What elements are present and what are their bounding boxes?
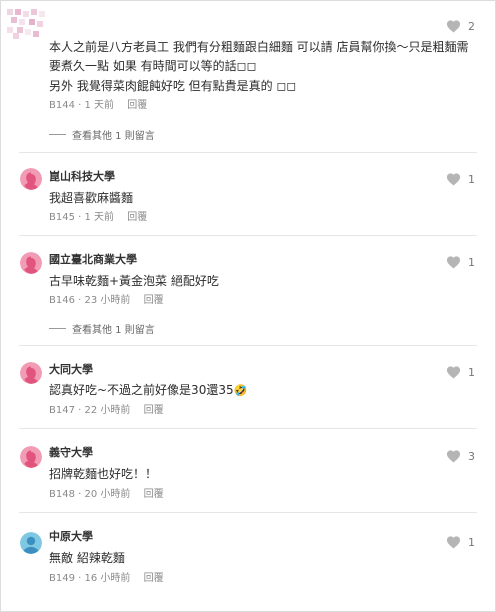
comment-meta: B145 · 1 天前 回覆 — [49, 211, 147, 225]
male-avatar-icon — [20, 532, 42, 554]
comment-text-line: 古早味乾麵+黃金泡菜 絕配好吃 — [49, 274, 219, 288]
comment-meta: B149 · 16 小時前 回覆 — [49, 572, 164, 586]
comment-text-line: 另外 我覺得菜肉餛飩好吃 但有點貴是真的 ◻◻ — [49, 79, 297, 93]
timestamp: 1 天前 — [84, 212, 115, 223]
like-button[interactable]: 2 — [446, 18, 475, 34]
like-count: 1 — [468, 255, 475, 269]
comment-meta: B144 · 1 天前 回覆 — [49, 99, 147, 113]
female-avatar-icon — [20, 362, 42, 384]
floor-number: B148 — [49, 489, 75, 500]
floor-number: B149 — [49, 573, 75, 584]
rofl-emoji-icon: 🤣 — [233, 384, 248, 397]
floor-number: B144 — [49, 100, 75, 111]
view-more-replies-label: 查看其他 1 則留言 — [72, 131, 155, 142]
heart-icon — [446, 20, 461, 33]
separator: · — [78, 295, 82, 306]
divider — [19, 512, 477, 513]
like-count: 1 — [468, 172, 475, 186]
like-count: 1 — [468, 535, 475, 549]
heart-icon — [446, 366, 461, 379]
like-button[interactable]: 1 — [446, 171, 475, 187]
like-button[interactable]: 1 — [446, 364, 475, 380]
like-count: 1 — [468, 365, 475, 379]
like-button[interactable]: 1 — [446, 254, 475, 270]
female-avatar-icon — [20, 446, 42, 468]
author-school[interactable]: 崑山科技大學 — [49, 170, 115, 184]
like-button[interactable]: 1 — [446, 534, 475, 550]
thread-line — [49, 134, 66, 135]
divider — [19, 345, 477, 346]
like-button[interactable]: 3 — [446, 448, 475, 464]
comment-meta: B148 · 20 小時前 回覆 — [49, 488, 164, 502]
timestamp: 23 小時前 — [84, 295, 131, 306]
comment-text-line: 我超喜歡麻醬麵 — [49, 191, 134, 205]
thread-line — [49, 328, 66, 329]
female-avatar-icon — [20, 252, 42, 274]
divider — [19, 152, 477, 153]
pixelated-avatar — [7, 9, 45, 39]
comment-text: 認真好吃~不過之前好像是30還35 — [49, 383, 234, 397]
comment-text-line: 無敵 紹辣乾麵 — [49, 551, 125, 565]
separator: · — [78, 405, 82, 416]
timestamp: 16 小時前 — [84, 573, 131, 584]
floor-number: B145 — [49, 212, 75, 223]
author-school[interactable]: 國立臺北商業大學 — [49, 253, 137, 267]
timestamp: 22 小時前 — [84, 405, 131, 416]
reply-button[interactable]: 回覆 — [144, 404, 164, 418]
reply-button[interactable]: 回覆 — [127, 99, 147, 113]
comment-text-line: 要煮久一點 如果 有時間可以等的話◻◻ — [49, 59, 257, 73]
separator: · — [78, 212, 82, 223]
comment-meta: B146 · 23 小時前 回覆 — [49, 294, 164, 308]
separator: · — [78, 489, 82, 500]
reply-button[interactable]: 回覆 — [144, 294, 164, 308]
separator: · — [78, 573, 82, 584]
view-more-replies-link[interactable]: 查看其他 1 則留言 — [49, 127, 155, 142]
comment-text-line: 招牌乾麵也好吃！！ — [49, 467, 158, 481]
comment-text-line: 認真好吃~不過之前好像是30還35🤣 — [49, 382, 247, 399]
reply-button[interactable]: 回覆 — [127, 211, 147, 225]
divider — [19, 428, 477, 429]
author-school[interactable]: 大同大學 — [49, 363, 93, 377]
comment-list: 本人之前是八方老員工 我們有分粗麵跟白細麵 可以請 店員幫你換～只是粗麵需 要煮… — [0, 0, 496, 612]
separator: · — [78, 100, 82, 111]
heart-icon — [446, 450, 461, 463]
heart-icon — [446, 536, 461, 549]
floor-number: B146 — [49, 295, 75, 306]
view-more-replies-label: 查看其他 1 則留言 — [72, 325, 155, 336]
divider — [19, 235, 477, 236]
like-count: 2 — [468, 19, 475, 33]
reply-button[interactable]: 回覆 — [144, 572, 164, 586]
timestamp: 1 天前 — [84, 100, 115, 111]
reply-button[interactable]: 回覆 — [144, 488, 164, 502]
comment-meta: B147 · 22 小時前 回覆 — [49, 404, 164, 418]
view-more-replies-link[interactable]: 查看其他 1 則留言 — [49, 321, 155, 336]
female-avatar-icon — [20, 168, 42, 190]
author-school[interactable]: 中原大學 — [49, 530, 93, 544]
floor-number: B147 — [49, 405, 75, 416]
like-count: 3 — [468, 449, 475, 463]
heart-icon — [446, 173, 461, 186]
author-school[interactable]: 義守大學 — [49, 446, 93, 460]
heart-icon — [446, 256, 461, 269]
comment-text-line: 本人之前是八方老員工 我們有分粗麵跟白細麵 可以請 店員幫你換～只是粗麵需 — [49, 40, 469, 54]
timestamp: 20 小時前 — [84, 489, 131, 500]
